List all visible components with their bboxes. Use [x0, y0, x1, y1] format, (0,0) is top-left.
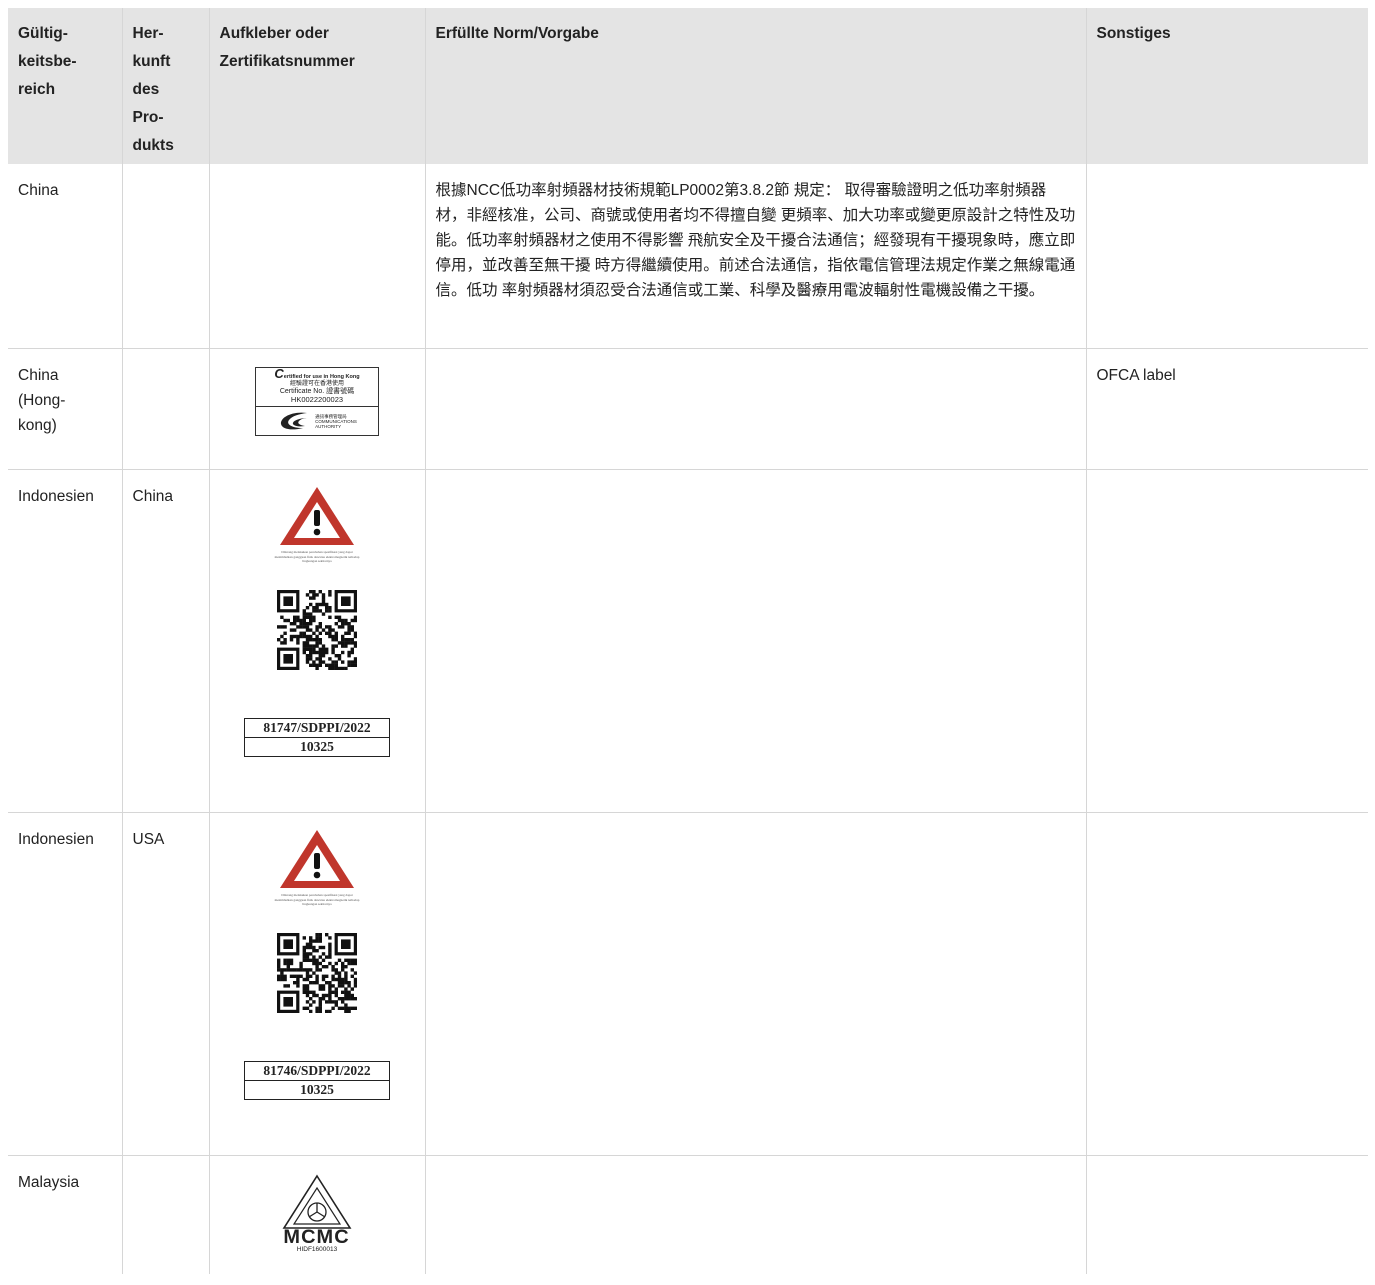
cell-other: OFCA label [1086, 348, 1368, 470]
header-label: Aufkleber oder Zertifikatsnummer [209, 8, 426, 164]
sdppi-certificate-box: 81747/SDPPI/2022 10325 [244, 717, 390, 757]
warning-text: Dilarang melakukan perubahan spesifikasi… [274, 893, 360, 906]
communications-authority-logo-icon [281, 412, 309, 430]
cell-label: Dilarang melakukan perubahan spesifikasi… [209, 812, 426, 1156]
table-row: China (Hong-kong) Certified for use in Ho… [8, 348, 1368, 470]
cell-label: MCMC HIDF1600013 [209, 1155, 426, 1274]
sdppi-pleid-number: 10325 [245, 736, 389, 756]
cell-region: China (Hong-kong) [8, 348, 123, 470]
mcmc-label: MCMC HIDF1600013 [220, 1168, 415, 1254]
cell-norm [425, 812, 1087, 1156]
warning-triangle-icon [280, 487, 354, 545]
cell-norm [425, 1155, 1087, 1274]
sdppi-label: Dilarang melakukan perubahan spesifikasi… [220, 825, 415, 1100]
warning-text: Dilarang melakukan perubahan spesifikasi… [274, 550, 360, 563]
ofca-line2: 經驗證可在香港使用 [289, 381, 344, 387]
header-other: Sonstiges [1086, 8, 1368, 164]
header-origin: Her-kunft des Pro-dukts [122, 8, 210, 164]
mcmc-triangle-logo-icon [282, 1174, 352, 1229]
sdppi-label: Dilarang melakukan perubahan spesifikasi… [220, 482, 415, 757]
cell-norm [425, 348, 1087, 470]
sdppi-pleid-number: 10325 [245, 1079, 389, 1099]
sdppi-certificate-number: 81746/SDPPI/2022 [263, 1062, 371, 1078]
table-row: Malaysia MCMC HIDF1600013 [8, 1155, 1368, 1275]
ofca-certificate-number: HK0022200023 [290, 395, 344, 404]
cell-label: Certified for use in Hong Kong 經驗證可在香港使用… [209, 348, 426, 470]
cell-origin [122, 348, 210, 470]
cell-other [1086, 1156, 1368, 1275]
cell-norm [425, 469, 1087, 813]
certification-table: Gültig-keitsbe-reich Her-kunft des Pro-duk… [8, 8, 1368, 1274]
sdppi-certificate-number: 81747/SDPPI/2022 [263, 719, 371, 735]
cell-origin [122, 164, 210, 349]
header-norm: Erfüllte Norm/Vorgabe [425, 8, 1087, 164]
mcmc-mark-text: MCMC [283, 1227, 351, 1248]
cell-other [1086, 812, 1368, 1156]
cell-region: China [8, 164, 123, 349]
qr-code-icon [277, 589, 357, 670]
table-row: Indonesien China Dilarang melakukan peru… [8, 469, 1368, 813]
cell-origin: China [122, 469, 210, 813]
cell-origin: USA [122, 812, 210, 1156]
warning-triangle-icon [280, 830, 354, 888]
sdppi-certificate-box: 81746/SDPPI/2022 10325 [244, 1060, 390, 1100]
cell-label [209, 164, 426, 349]
cell-other [1086, 164, 1368, 349]
cell-label: Dilarang melakukan perubahan spesifikasi… [209, 469, 426, 813]
cell-region: Malaysia [8, 1155, 123, 1274]
cell-other [1086, 469, 1368, 813]
cell-origin [122, 1155, 210, 1274]
authority-name-en2: AUTHORITY [315, 423, 342, 429]
table-row: Indonesien USA Dilarang melakukan peruba… [8, 812, 1368, 1156]
ofca-initial: C [274, 366, 284, 381]
cell-region: Indonesien [8, 469, 123, 813]
ofca-label-image: Certified for use in Hong Kong 經驗證可在香港使用… [255, 367, 379, 436]
qr-code-icon [277, 932, 357, 1013]
cell-region: Indonesien [8, 812, 123, 1156]
table-header-row: Gültig-keitsbe-reich Her-kunft des Pro-duk… [8, 8, 1368, 164]
authority-name-en1: COMMUNICATIONS [315, 418, 357, 424]
header-region: Gültig-keitsbe-reich [8, 8, 123, 164]
table-row: China 根據NCC低功率射頻器材技術規範LP0002第3.8.2節 規定： … [8, 164, 1368, 349]
ofca-line1: ertified for use in Hong Kong [283, 374, 360, 380]
cell-norm: 根據NCC低功率射頻器材技術規範LP0002第3.8.2節 規定： 取得審驗證明… [425, 164, 1087, 349]
